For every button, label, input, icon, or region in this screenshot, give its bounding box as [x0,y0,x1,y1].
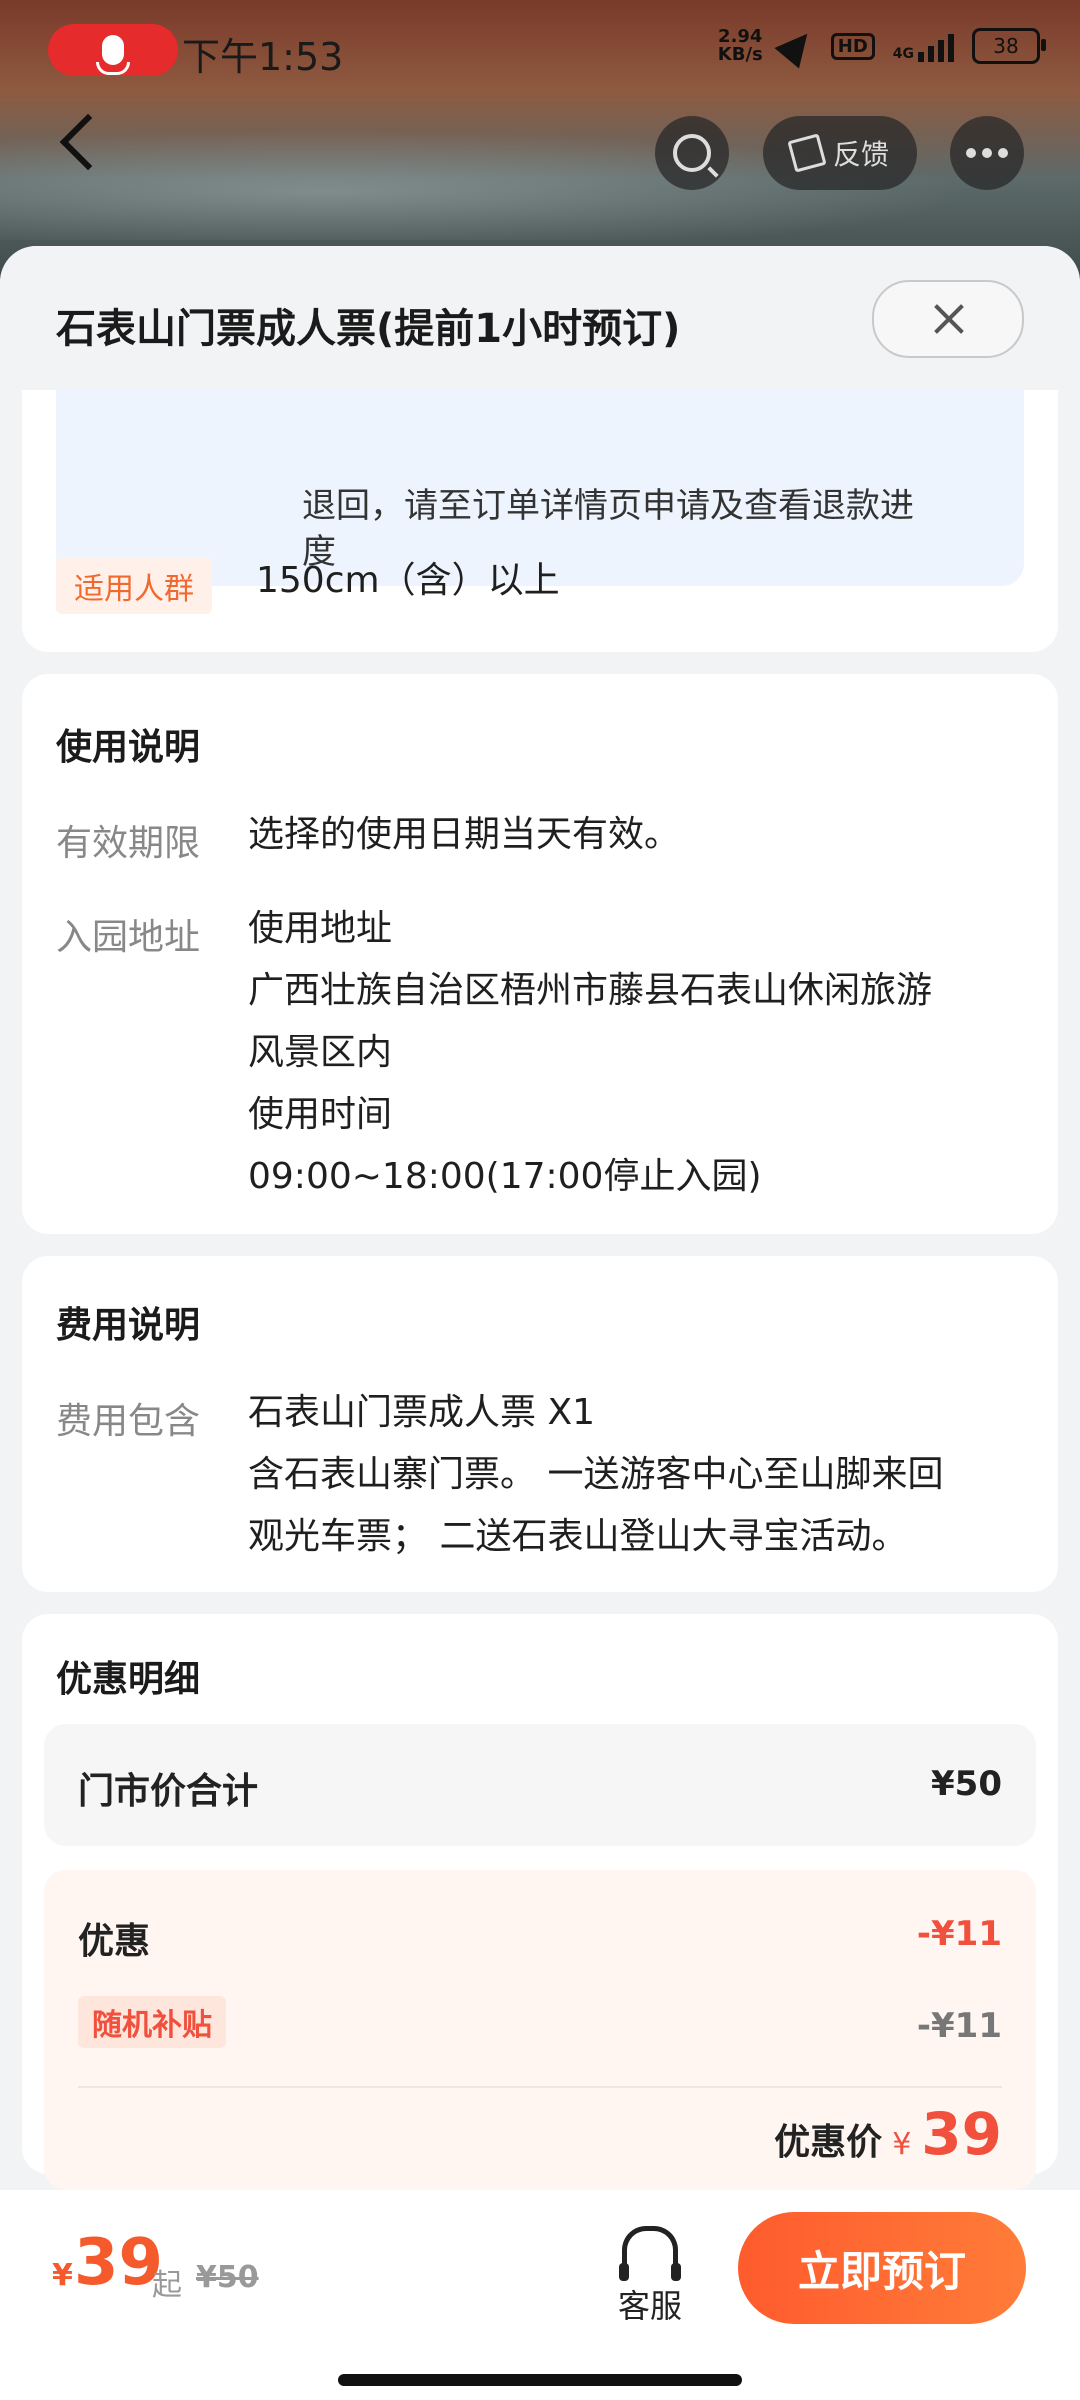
final-price-yen: ¥ [892,2127,912,2162]
final-price-label: 优惠价 [774,2122,883,2163]
fee-include-label: 费用包含 [56,1401,201,1442]
random-subsidy-tag: 随机补贴 [78,1996,226,2048]
location-icon [774,23,820,69]
headset-icon [619,2226,681,2281]
bottom-action-bar: ¥ 39 起 ¥50 客服 立即预订 [0,2190,1080,2400]
search-button[interactable] [655,116,729,190]
market-price-label: 门市价合计 [78,1771,259,1812]
discount-value: -¥11 [916,1914,1002,1954]
sheet-title: 石表山门票成人票(提前1小时预订) [56,306,681,352]
address-line: 09:00~18:00(17:00停止入园) [248,1156,762,1197]
microphone-icon [96,35,130,75]
fee-line: 观光车票； 二送石表山登山大寻宝活动。 [248,1516,908,1557]
discount-card: 优惠明细 门市价合计 ¥50 优惠 -¥11 随机补贴 -¥11 优惠价 ¥ 3… [22,1614,1058,2190]
price-value: 39 [74,2226,164,2300]
feedback-label: 反馈 [832,138,889,171]
hd-badge: HD [830,32,875,60]
search-icon [673,134,711,172]
final-price-value: 39 [921,2100,1002,2168]
validity-label: 有效期限 [56,823,201,864]
battery-icon: 38 [972,28,1046,64]
address-line: 风景区内 [248,1032,393,1073]
divider [78,2086,1002,2088]
price-from-label: 起 [152,2268,182,2303]
market-price-value: ¥50 [931,1764,1002,1804]
address-line: 广西壮族自治区梧州市藤县石表山休闲旅游 [248,970,933,1011]
original-price: ¥50 [196,2260,259,2295]
refund-text-line1: 退回，请至订单详情页申请及查看退款进 [302,486,914,526]
feedback-button[interactable]: 反馈 [763,116,917,190]
address-line: 使用时间 [248,1094,393,1135]
home-indicator[interactable] [338,2374,742,2386]
discount-label: 优惠 [78,1921,151,1962]
price-yen: ¥ [52,2258,73,2293]
book-now-button[interactable]: 立即预订 [738,2212,1026,2324]
fees-title: 费用说明 [56,1305,201,1346]
sheet-header: 石表山门票成人票(提前1小时预订) [0,246,1080,390]
audience-value: 150cm（含）以上 [256,560,560,601]
detail-sheet: 石表山门票成人票(提前1小时预订) 退回，请至订单详情页申请及查看退款进 度 适… [0,246,1080,2400]
close-button[interactable] [872,280,1024,358]
address-label: 入园地址 [56,917,201,958]
market-price-row: 门市价合计 ¥50 [44,1724,1036,1846]
fee-line: 石表山门票成人票 X1 [248,1392,596,1433]
final-price: 优惠价 ¥ 39 [774,2100,1002,2168]
usage-card: 使用说明 有效期限 选择的使用日期当天有效。 入园地址 使用地址 广西壮族自治区… [22,674,1058,1234]
validity-value: 选择的使用日期当天有效。 [248,814,681,855]
more-dots-icon [966,148,1008,158]
fee-line: 含石表山寨门票。 一送游客中心至山脚来回 [248,1454,944,1495]
fees-card: 费用说明 费用包含 石表山门票成人票 X1 含石表山寨门票。 一送游客中心至山脚… [22,1256,1058,1592]
audience-tag: 适用人群 [56,558,212,614]
discount-detail-box: 优惠 -¥11 随机补贴 -¥11 优惠价 ¥ 39 [44,1870,1036,2190]
customer-service-button[interactable]: 客服 [610,2226,690,2327]
network-speed: 2.94 KB/s [717,26,763,65]
clock: 下午1:53 [182,35,344,79]
signal-icon: 4G [893,30,954,62]
voice-record-indicator[interactable] [48,24,178,76]
customer-service-label: 客服 [617,2287,682,2325]
random-subsidy-value: -¥11 [916,2006,1002,2046]
more-button[interactable] [950,116,1024,190]
back-button[interactable] [60,118,100,158]
discount-title: 优惠明细 [56,1659,201,1700]
edit-icon [787,133,827,173]
address-line: 使用地址 [248,908,393,949]
status-bar: 下午1:53 2.94 KB/s HD 4G 38 [0,18,1080,88]
usage-title: 使用说明 [56,727,201,768]
